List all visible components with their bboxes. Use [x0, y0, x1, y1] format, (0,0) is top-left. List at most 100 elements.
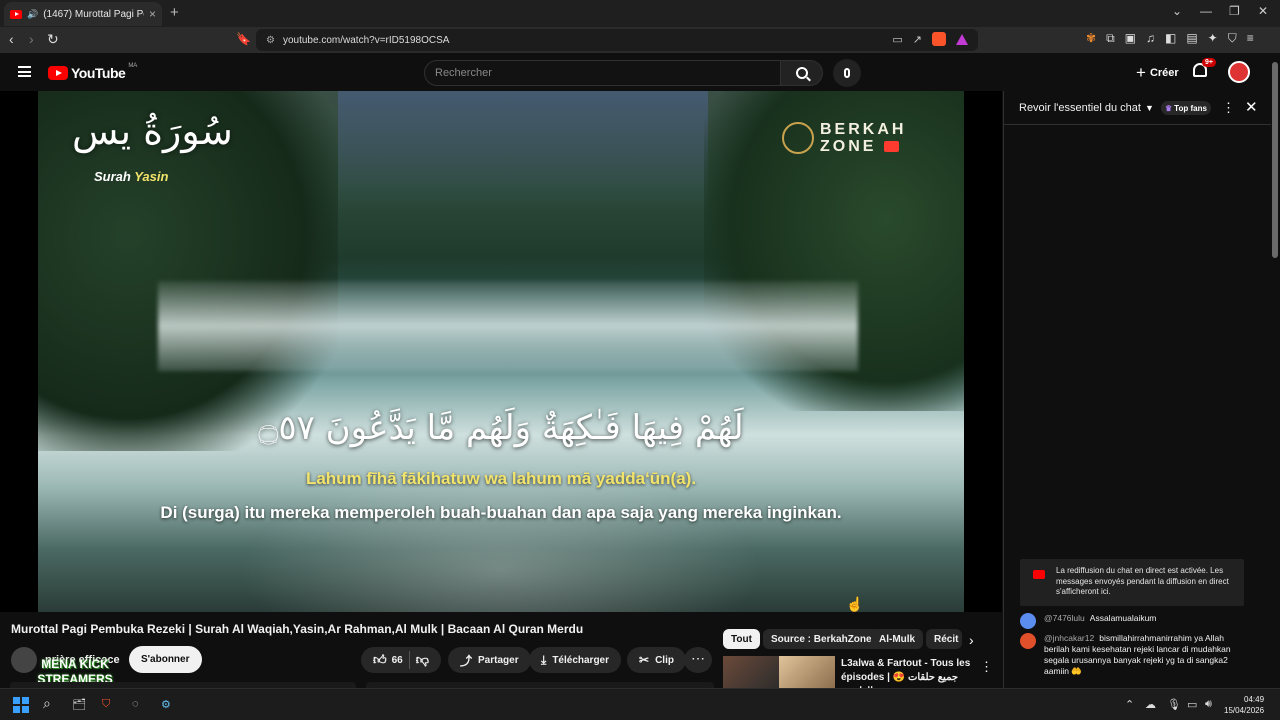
- puzzle-icon[interactable]: ⧉: [1106, 31, 1115, 46]
- ayah-arabic: لَهُمْ فِيهَا فَـٰكِهَةٌ وَلَهُم مَّا يَ…: [258, 408, 744, 448]
- youtube-notice-icon: [1033, 570, 1045, 579]
- thumb-left: [723, 656, 779, 692]
- youtube-favicon-icon: [10, 9, 22, 19]
- subscribe-button[interactable]: S'abonner: [129, 646, 202, 673]
- logo-play-icon: [883, 141, 899, 153]
- thumbs-up-icon: 👍︎: [373, 652, 387, 667]
- logo-seal-icon: [782, 122, 814, 154]
- channel-avatar[interactable]: [11, 647, 37, 673]
- youtube-logo[interactable]: YouTube MA: [48, 63, 137, 81]
- steam-icon[interactable]: ⚙: [161, 698, 171, 711]
- download-button[interactable]: ⤓ Télécharger: [529, 647, 622, 673]
- like-dislike-group: 👍︎ 66 👎︎: [361, 647, 441, 673]
- like-divider: [408, 651, 410, 669]
- back-icon[interactable]: ‹: [9, 31, 14, 47]
- guide-menu-icon[interactable]: [18, 66, 31, 77]
- maximize-icon[interactable]: ❐: [1229, 4, 1240, 18]
- taskbar-app-icon[interactable]: 🗂: [72, 698, 86, 711]
- windows-start-icon[interactable]: [13, 697, 29, 713]
- logo-text: BERKAH ZONE: [820, 121, 906, 155]
- clip-button[interactable]: ✂ Clip: [627, 647, 686, 673]
- cast-icon[interactable]: ▭: [892, 33, 902, 46]
- tray-volume-icon[interactable]: 🔊︎: [1205, 698, 1212, 711]
- clock-time: 04:49: [1244, 695, 1265, 704]
- chat-message[interactable]: @jnhcakar12 bismillahirrahmanirrahim ya A…: [1020, 633, 1240, 677]
- browser-tab-active[interactable]: 🔊 (1467) Murottal Pagi Pembuk ×: [4, 2, 162, 26]
- create-button[interactable]: + Créer: [1124, 60, 1191, 86]
- video-frame[interactable]: سُورَةُ يس Surah Yasin BERKAH ZONE لَهُم…: [38, 91, 964, 612]
- account-avatar[interactable]: [1228, 61, 1250, 83]
- search-input[interactable]: [425, 61, 780, 85]
- dislike-button[interactable]: 👎︎: [416, 652, 429, 668]
- share-button[interactable]: ⤴ Partager: [448, 647, 531, 673]
- chip-al-mulk[interactable]: Al-Mulk: [871, 629, 924, 649]
- recommended-menu-icon[interactable]: ⋮: [980, 659, 993, 675]
- wallet-icon[interactable]: ▤: [1186, 31, 1197, 46]
- chip-source[interactable]: Source : BerkahZone: [763, 629, 880, 649]
- recommended-thumbnail[interactable]: [723, 656, 835, 692]
- chip-all[interactable]: Tout: [723, 629, 760, 649]
- ayah-translation: Di (surga) itu mereka memperoleh buah-bu…: [160, 503, 842, 522]
- extension-icon[interactable]: ✾: [1086, 31, 1096, 46]
- download-icon: ⤓: [541, 652, 547, 667]
- surah-prefix: Surah: [94, 169, 131, 184]
- chat-header: Revoir l'essentiel du chat ▼ ♛ Top fans …: [1004, 91, 1271, 125]
- taskbar-search-icon[interactable]: ⌕: [43, 695, 51, 712]
- scrollbar-thumb[interactable]: [1272, 62, 1278, 258]
- windows-taskbar: ⌕ 🗂 ⛉ ◌ ⚙ ⌃ ☁ 🎙︎ ▭ 🔊︎ 04:49 15/04/2026: [0, 688, 1280, 720]
- voice-search-button[interactable]: [833, 59, 861, 87]
- new-tab-button[interactable]: +: [170, 4, 179, 21]
- thumbs-down-icon: 👎︎: [415, 652, 429, 667]
- notification-badge: 9+: [1202, 58, 1216, 67]
- tab-search-icon[interactable]: ⌄: [1172, 4, 1182, 18]
- tray-network-icon[interactable]: ▭: [1187, 698, 1197, 711]
- window-close-icon[interactable]: ✕: [1258, 4, 1268, 18]
- plus-icon: +: [1136, 63, 1146, 82]
- search-button[interactable]: [781, 60, 823, 86]
- brave-browser-icon[interactable]: ⛉: [102, 698, 110, 711]
- site-info-icon[interactable]: ⚙: [266, 35, 275, 46]
- chat-author: @jnhcakar12: [1044, 633, 1095, 643]
- address-bar[interactable]: ⚙ youtube.com/watch?v=rID5198OCSA ▭ ↗: [256, 29, 978, 51]
- chat-avatar: [1020, 613, 1036, 629]
- brave-shields-icon[interactable]: [932, 32, 946, 46]
- chat-more-icon[interactable]: ⋮: [1222, 100, 1235, 116]
- chip-next-icon[interactable]: ›: [969, 632, 974, 648]
- extensions-bar: ✾ ⧉ ▣ ♫ ◧ ▤ ✦ ⛉ ≡: [1086, 31, 1254, 46]
- search-field[interactable]: [424, 60, 781, 86]
- youtube-wordmark: YouTube: [71, 65, 126, 81]
- video-player[interactable]: سُورَةُ يس Surah Yasin BERKAH ZONE لَهُم…: [0, 91, 1002, 612]
- brave-rewards-icon[interactable]: [956, 33, 968, 45]
- notifications-button[interactable]: 9+: [1193, 58, 1216, 81]
- top-fans-badge[interactable]: ♛ Top fans: [1161, 101, 1211, 115]
- browser-tab-strip: 🔊 (1467) Murottal Pagi Pembuk × + ⌄ — ❐ …: [0, 0, 1280, 27]
- chat-mode-selector[interactable]: Revoir l'essentiel du chat: [1019, 102, 1141, 114]
- chevron-down-icon[interactable]: ▼: [1145, 103, 1154, 113]
- tray-cloud-icon[interactable]: ☁: [1145, 698, 1156, 711]
- bookmark-icon[interactable]: 🔖: [236, 32, 251, 46]
- leo-ai-icon[interactable]: ✦: [1208, 31, 1218, 46]
- media-icon[interactable]: ♫: [1146, 31, 1155, 46]
- more-actions-icon[interactable]: ⋯: [684, 647, 712, 673]
- share-label: Partager: [478, 654, 519, 666]
- system-clock[interactable]: 04:49 15/04/2026: [1224, 694, 1264, 716]
- sidebar-icon[interactable]: ◧: [1165, 31, 1176, 46]
- chat-close-icon[interactable]: ✕: [1245, 98, 1258, 116]
- screenshot-icon[interactable]: ▣: [1125, 31, 1136, 46]
- share-page-icon[interactable]: ↗: [913, 33, 922, 46]
- tray-chevron-icon[interactable]: ⌃: [1125, 698, 1134, 711]
- minimize-icon[interactable]: —: [1200, 4, 1212, 18]
- url-text: youtube.com/watch?v=rID5198OCSA: [282, 34, 450, 46]
- chip-recitation[interactable]: Récit: [926, 629, 962, 649]
- logo-line-2: ZONE: [820, 138, 877, 155]
- menu-icon[interactable]: ≡: [1247, 31, 1254, 46]
- tab-close-icon[interactable]: ×: [149, 7, 156, 21]
- reload-icon[interactable]: ↻: [47, 31, 59, 48]
- forward-icon[interactable]: ›: [29, 31, 34, 47]
- chat-message[interactable]: @7476lulu Assalamualaikum: [1020, 613, 1240, 629]
- taskbar-app2-icon[interactable]: ◌: [132, 698, 139, 710]
- like-button[interactable]: 👍︎ 66: [373, 652, 403, 668]
- chat-text: Assalamualaikum: [1089, 613, 1157, 623]
- tray-mic-icon[interactable]: 🎙︎: [1167, 698, 1181, 711]
- vpn-icon[interactable]: ⛉: [1228, 31, 1237, 46]
